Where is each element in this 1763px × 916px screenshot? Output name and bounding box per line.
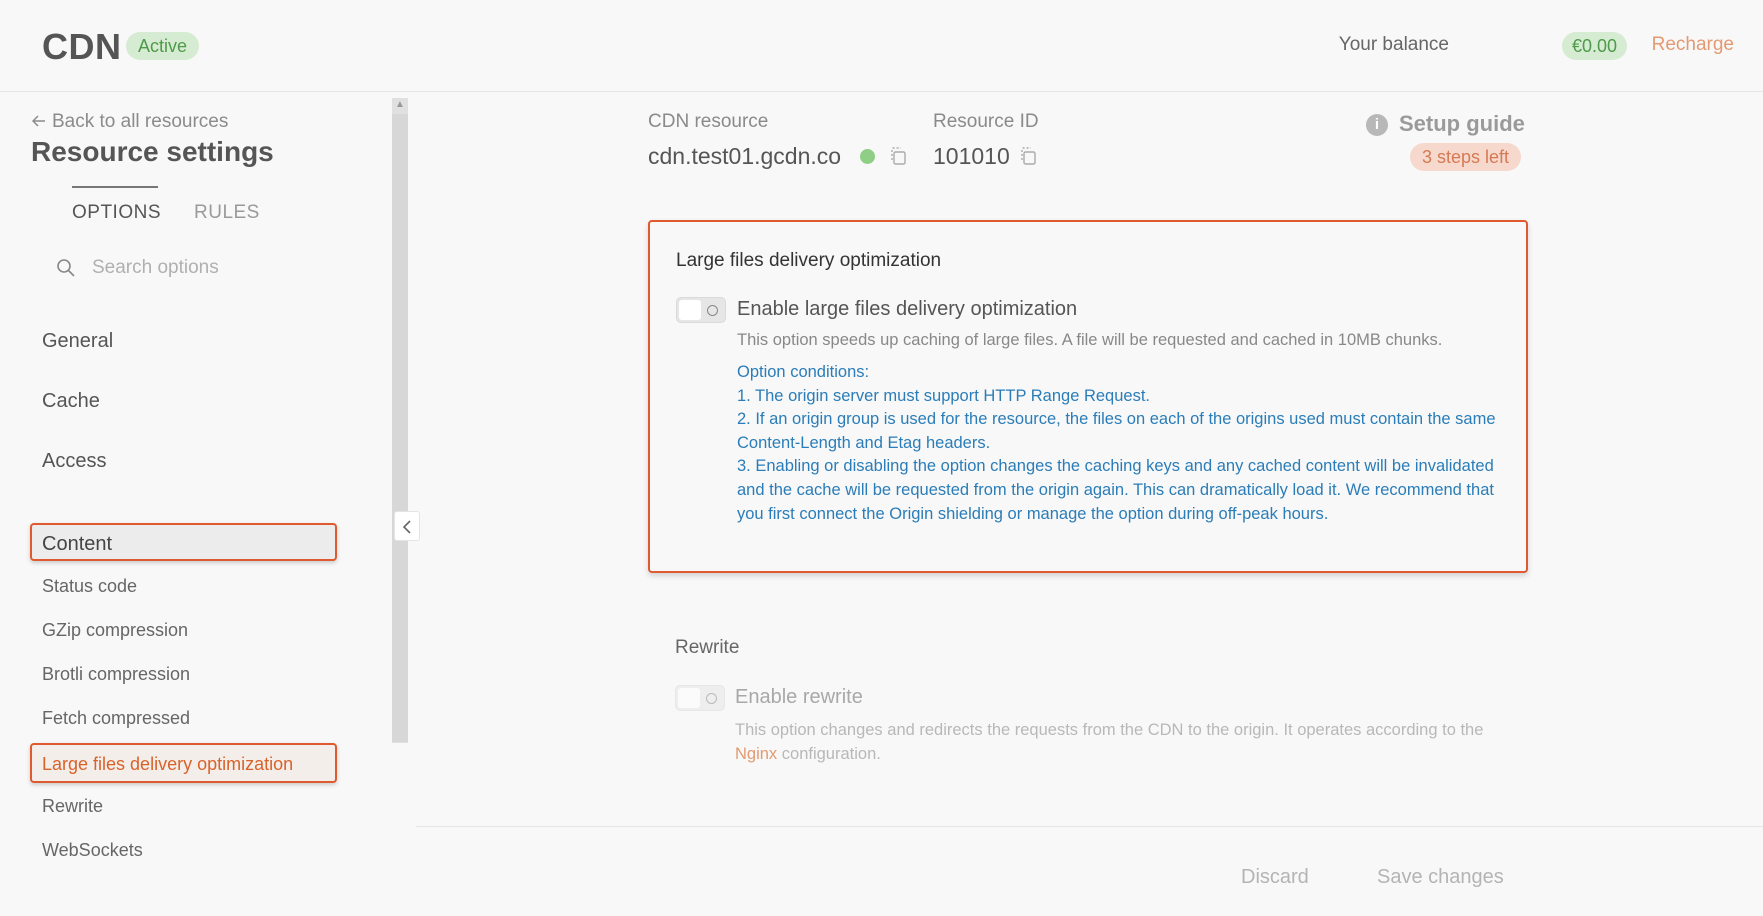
sidebar-item-rewrite[interactable]: Rewrite: [42, 796, 103, 817]
back-to-resources-link[interactable]: Back to all resources: [31, 111, 229, 133]
search-box: [44, 244, 340, 292]
sidebar-item-status-code[interactable]: Status code: [42, 576, 137, 597]
sidebar-item-fetch-compressed[interactable]: Fetch compressed: [42, 708, 190, 729]
recharge-link[interactable]: Recharge: [1652, 34, 1734, 56]
page-title: Resource settings: [31, 136, 274, 167]
balance-label: Your balance: [1338, 34, 1449, 55]
sidebar-item-websockets[interactable]: WebSockets: [42, 840, 143, 861]
arrow-left-icon: [31, 111, 46, 133]
large-files-toggle-label: Enable large files delivery optimization: [737, 298, 1078, 320]
conditions-heading: Option conditions:: [737, 363, 870, 381]
rewrite-toggle[interactable]: [675, 685, 725, 711]
sidebar-item-content[interactable]: Content: [30, 523, 337, 561]
toggle-off-icon: [706, 693, 717, 704]
options-rules-tabs: OPTIONS RULES: [72, 186, 312, 236]
option-conditions: Option conditions: 1. The origin server …: [737, 361, 1517, 526]
resource-id-value: 101010: [933, 143, 1010, 169]
save-changes-button[interactable]: Save changes: [1377, 866, 1504, 889]
scroll-up-arrow-icon[interactable]: ▲: [392, 98, 408, 112]
condition-item: 3. Enabling or disabling the option chan…: [737, 457, 1494, 523]
copy-icon[interactable]: [889, 146, 907, 166]
large-files-toggle[interactable]: [676, 297, 726, 323]
rewrite-section-title: Rewrite: [675, 637, 740, 658]
status-badge: Active: [126, 32, 200, 60]
cdn-resource-label: CDN resource: [648, 111, 769, 132]
sidebar-item-cache[interactable]: Cache: [42, 390, 100, 413]
sidebar-item-label: Large files delivery optimization: [42, 754, 294, 774]
collapse-sidebar-button[interactable]: [394, 511, 420, 541]
footer-divider: [416, 826, 1763, 827]
discard-button[interactable]: Discard: [1241, 866, 1309, 889]
top-bar: CDN Active Your balance €0.00 Recharge: [0, 0, 1763, 92]
copy-icon[interactable]: [1019, 146, 1037, 166]
rewrite-description: This option changes and redirects the re…: [735, 718, 1515, 766]
sidebar-item-large-files-delivery[interactable]: Large files delivery optimization: [30, 743, 337, 783]
cdn-resource-value: cdn.test01.gcdn.co: [648, 143, 842, 169]
scrollbar-thumb[interactable]: [392, 114, 408, 742]
sidebar-item-label: Content: [42, 533, 113, 555]
status-dot-icon: [860, 149, 875, 164]
steps-left-badge: 3 steps left: [1410, 143, 1522, 171]
large-files-option-card: Large files delivery optimization Enable…: [648, 220, 1528, 573]
cdn-logo: CDN: [42, 26, 122, 67]
rewrite-description-text: This option changes and redirects the re…: [735, 721, 1484, 739]
toggle-knob: [678, 688, 700, 708]
sidebar-item-access[interactable]: Access: [42, 450, 106, 473]
sidebar-item-gzip-compression[interactable]: GZip compression: [42, 620, 188, 641]
condition-item: 1. The origin server must support HTTP R…: [737, 386, 1150, 405]
setup-guide-link[interactable]: Setup guide: [1399, 111, 1525, 137]
toggle-off-icon: [707, 305, 718, 316]
sidebar-item-general[interactable]: General: [42, 330, 113, 353]
balance-value: €0.00: [1561, 32, 1627, 60]
search-input[interactable]: [92, 252, 332, 284]
condition-item: 2. If an origin group is used for the re…: [737, 410, 1496, 452]
nginx-link[interactable]: Nginx: [735, 745, 777, 763]
option-title: Large files delivery optimization: [676, 250, 942, 271]
resource-id-label: Resource ID: [933, 111, 1039, 132]
info-icon: i: [1366, 114, 1388, 136]
tab-options[interactable]: OPTIONS: [72, 202, 161, 224]
option-description: This option speeds up caching of large f…: [737, 331, 1443, 349]
toggle-knob: [679, 300, 701, 320]
chevron-left-icon: [402, 520, 411, 534]
search-icon: [56, 258, 76, 278]
sidebar-item-brotli-compression[interactable]: Brotli compression: [42, 664, 190, 685]
rewrite-description-text: configuration.: [777, 745, 881, 763]
tab-rules[interactable]: RULES: [194, 202, 260, 224]
rewrite-toggle-label: Enable rewrite: [735, 686, 863, 708]
back-link-label: Back to all resources: [52, 111, 229, 132]
active-tab-indicator: [72, 186, 158, 188]
